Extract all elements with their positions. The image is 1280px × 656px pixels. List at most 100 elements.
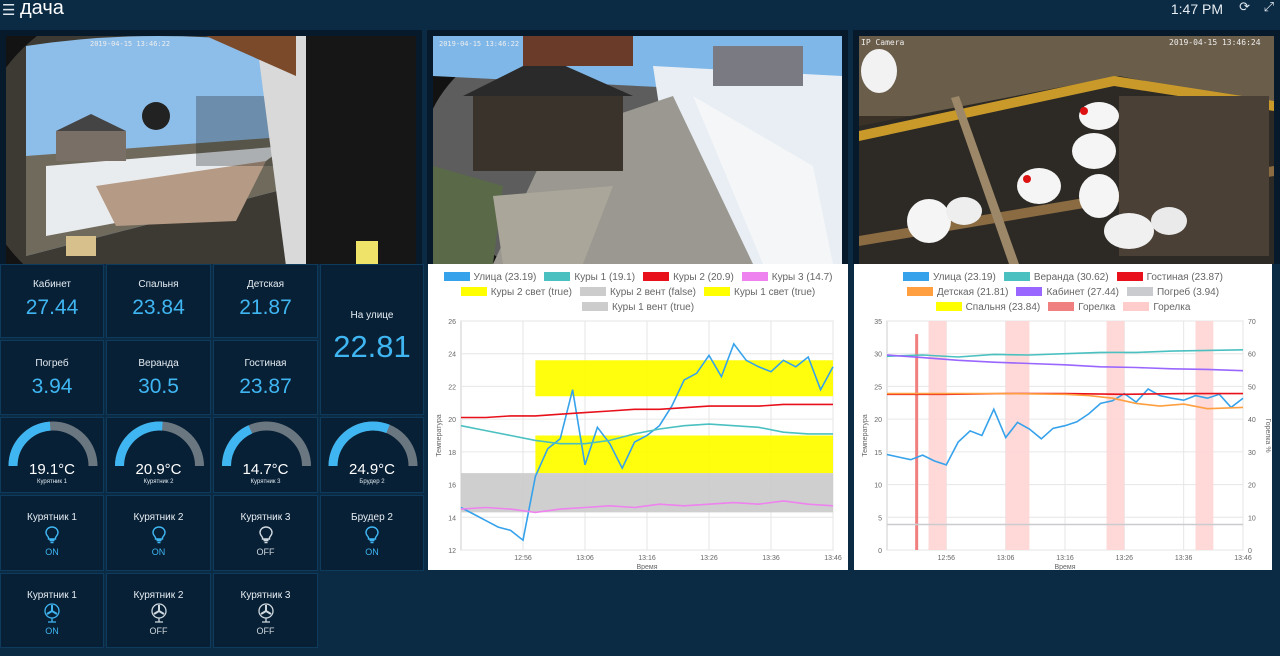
y2-axis-label: Горелка % <box>1264 418 1271 452</box>
sensor-value: 30.5 <box>138 375 179 398</box>
legend-item[interactable]: Улица (23.19) <box>902 270 996 285</box>
fan-label: Курятник 1 <box>27 590 77 601</box>
light-switch-3[interactable]: Курятник 3 OFF <box>213 495 318 571</box>
light-label: Курятник 1 <box>27 512 77 523</box>
y-tick-label: 16 <box>448 483 456 490</box>
legend-item[interactable]: Веранда (30.62) <box>1003 270 1109 285</box>
legend-item[interactable]: Детская (21.81) <box>906 285 1008 300</box>
legend-swatch <box>1048 302 1075 311</box>
gauge-value: 14.7°C <box>242 461 289 478</box>
sensor-tile-veranda[interactable]: Веранда 30.5 <box>106 340 211 415</box>
y-tick-label: 14 <box>448 515 456 522</box>
page-title: дача <box>20 0 64 19</box>
chart-legend-chickens: Улица (23.19) Куры 1 (19.1) Куры 2 (20.9) К… <box>428 270 848 315</box>
sensor-value: 27.44 <box>25 296 79 319</box>
legend-text: Куры 1 вент (true) <box>611 302 695 313</box>
sensor-label: Погреб <box>35 358 69 369</box>
light-label: Курятник 3 <box>240 512 291 523</box>
legend-text: Кабинет (27.44) <box>1046 287 1119 298</box>
refresh-icon[interactable]: ⟳ <box>1239 0 1250 15</box>
camera-feed-1[interactable]: 2019-04-15 13:46:22 <box>0 30 422 264</box>
fan-icon <box>107 603 210 628</box>
menu-icon[interactable]: ☰ <box>2 1 15 19</box>
legend-swatch <box>1116 272 1143 281</box>
camera-feed-2[interactable]: 2019-04-15 13:46:22 <box>427 30 848 264</box>
fan-switch-1[interactable]: Курятник 1 ON <box>0 573 104 648</box>
x-tick-label: 13:06 <box>997 555 1015 562</box>
legend-text: Веранда (30.62) <box>1033 272 1109 283</box>
sensor-tile-outside[interactable]: На улице 22.81 <box>320 264 424 415</box>
legend-item[interactable]: Улица (23.19) <box>443 270 536 285</box>
gauge-label: Курятник 2 <box>143 479 174 485</box>
fan-switch-3[interactable]: Курятник 3 OFF <box>213 573 318 648</box>
legend-text: Куры 1 (19.1) <box>574 272 636 283</box>
y2-tick-label: 40 <box>1248 417 1256 424</box>
y2-tick-label: 60 <box>1248 352 1256 359</box>
sensor-tile-spalnya[interactable]: Спальня 23.84 <box>106 264 211 338</box>
light-label: Брудер 2 <box>351 512 393 523</box>
y2-tick-label: 0 <box>1248 548 1252 555</box>
legend-item[interactable]: Куры 1 вент (true) <box>581 300 695 315</box>
burner-spike <box>915 334 919 550</box>
legend-item[interactable]: Кабинет (27.44) <box>1016 285 1119 300</box>
legend-swatch <box>544 272 571 281</box>
fan-label: Курятник 2 <box>133 590 184 601</box>
y-tick-label: 26 <box>448 319 456 326</box>
legend-item[interactable]: Погреб (3.94) <box>1126 285 1219 300</box>
legend-text: Улица (23.19) <box>932 272 996 283</box>
chart-panel-house[interactable]: 0 5 10 15 20 25 30 35 12:56 13:06 13:16 13:26 13:36 1… <box>854 264 1272 570</box>
legend-item[interactable]: Горелка <box>1048 300 1115 315</box>
chart-panel-chickens[interactable]: 12 14 16 18 20 22 24 26 12:56 13:06 13:16 13:26 13:3… <box>428 264 848 570</box>
legend-text: Куры 2 (20.9) <box>673 272 734 283</box>
legend-swatch <box>579 287 606 296</box>
gauge-tile-1[interactable]: 19.1°C Курятник 1 <box>0 417 104 493</box>
gauge-tile-2[interactable]: 20.9°C Курятник 2 <box>106 417 211 493</box>
gauge-label: Курятник 1 <box>37 479 67 485</box>
sensor-tile-pogreb[interactable]: Погреб 3.94 <box>0 340 104 415</box>
outside-value: 22.81 <box>333 329 411 364</box>
top-bar: ☰ дача 1:47 PM ⟳ ⤢ <box>0 0 1280 22</box>
legend-item[interactable]: Куры 2 свет (true) <box>460 285 572 300</box>
legend-swatch <box>443 272 470 281</box>
legend-item[interactable]: Спальня (23.84) <box>935 300 1040 315</box>
legend-item[interactable]: Куры 2 вент (false) <box>579 285 696 300</box>
legend-item[interactable]: Куры 1 свет (true) <box>704 285 815 300</box>
gauge-tile-3[interactable]: 14.7°C Курятник 3 <box>213 417 318 493</box>
fullscreen-icon[interactable]: ⤢ <box>1264 0 1274 15</box>
light-state: ON <box>151 547 166 557</box>
camera-feed-3[interactable]: IP Camera 2019-04-15 13:46:24 <box>853 30 1280 264</box>
legend-text: Куры 1 свет (true) <box>734 287 816 298</box>
y-tick-label: 24 <box>448 352 456 359</box>
camera-label-3: IP Camera <box>861 38 905 47</box>
legend-item[interactable]: Куры 1 (19.1) <box>544 270 635 285</box>
light-switch-2[interactable]: Курятник 2 ON <box>106 495 211 571</box>
gauge-value: 24.9°C <box>348 461 396 478</box>
fan-state: ON <box>45 626 59 636</box>
sensor-tile-gostinaya[interactable]: Гостиная 23.87 <box>213 340 318 415</box>
y2-tick-label: 50 <box>1248 384 1256 391</box>
sensor-label: Детская <box>246 279 285 290</box>
legend-text: Горелка <box>1153 302 1191 313</box>
state-band <box>535 435 833 474</box>
y-axis-label: Температура <box>862 414 869 457</box>
legend-item[interactable]: Куры 2 (20.9) <box>643 270 734 285</box>
y-tick-label: 35 <box>874 319 882 326</box>
legend-item[interactable]: Горелка <box>1123 300 1190 315</box>
light-switch-1[interactable]: Курятник 1 ON <box>0 495 104 571</box>
x-tick-label: 13:06 <box>576 555 594 562</box>
light-switch-4[interactable]: Брудер 2 ON <box>320 495 424 571</box>
legend-item[interactable]: Куры 3 (14.7) <box>741 270 832 285</box>
sensor-tile-kabinet[interactable]: Кабинет 27.44 <box>0 264 104 338</box>
y-tick-label: 10 <box>874 483 882 490</box>
sensor-label: Спальня <box>138 279 179 290</box>
legend-item[interactable]: Гостиная (23.87) <box>1116 270 1223 285</box>
fan-icon <box>1 603 103 628</box>
fan-switch-2[interactable]: Курятник 2 OFF <box>106 573 211 648</box>
x-tick-label: 13:46 <box>1234 555 1252 562</box>
sensor-tile-detskaya[interactable]: Детская 21.87 <box>213 264 318 338</box>
y-tick-label: 20 <box>874 417 882 424</box>
y2-tick-label: 10 <box>1248 515 1256 522</box>
gauge-tile-4[interactable]: 24.9°C Брудер 2 <box>320 417 424 493</box>
x-tick-label: 13:36 <box>1175 555 1193 562</box>
legend-swatch <box>741 272 768 281</box>
